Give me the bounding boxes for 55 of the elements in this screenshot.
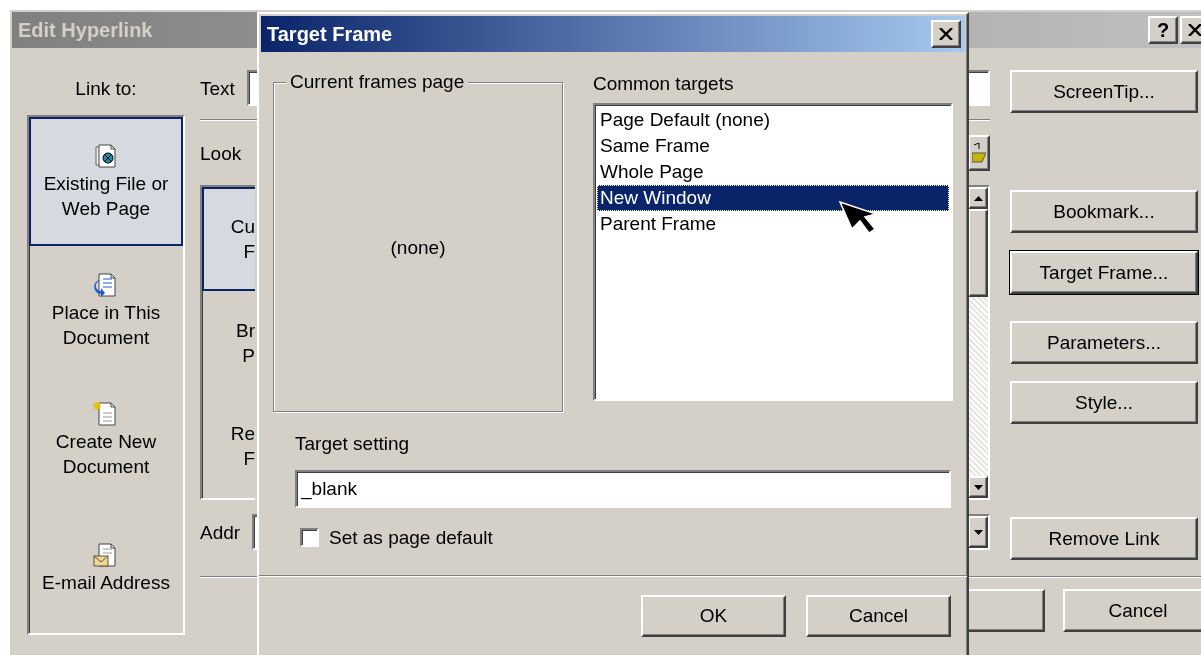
target-option[interactable]: New Window <box>597 185 949 211</box>
window-title: Edit Hyperlink <box>18 18 153 42</box>
places-text: Cu F <box>230 214 255 264</box>
target-setting-field[interactable]: _blank <box>295 470 951 508</box>
cancel-button[interactable]: Cancel <box>806 595 951 637</box>
link-to-item[interactable]: Place in This Document <box>29 246 183 375</box>
cancel-button[interactable]: Cancel <box>1063 589 1201 632</box>
close-button[interactable] <box>931 20 961 48</box>
link-to-text: E-mail Address <box>42 571 170 595</box>
target-option[interactable]: Whole Page <box>597 159 949 185</box>
address-label: Addr <box>200 520 241 544</box>
checkbox[interactable] <box>300 528 319 547</box>
places-text: Br P <box>236 318 255 368</box>
places-item[interactable]: Cu F <box>202 187 255 291</box>
text-label: Text <box>200 76 235 100</box>
places-text: Re F <box>230 422 255 472</box>
folder-up-button[interactable] <box>968 135 990 171</box>
dialog-button[interactable]: Remove Link <box>1010 517 1198 560</box>
frames-preview-text: (none) <box>390 235 446 259</box>
dialog-button[interactable]: Parameters... <box>1010 321 1198 364</box>
close-icon <box>939 28 953 40</box>
places-item[interactable]: Br P <box>202 290 255 395</box>
close-button[interactable] <box>1180 16 1201 44</box>
places-item[interactable]: Re F <box>202 394 255 498</box>
scroll-down-icon <box>973 529 983 535</box>
link-to-text: Place in This Document <box>51 300 161 350</box>
document-globe-icon <box>93 142 119 169</box>
envelope-document-icon <box>93 542 119 568</box>
target-option[interactable]: Same Frame <box>597 133 949 159</box>
link-to-text: Create New Document <box>55 429 157 479</box>
link-to-text: Existing File or Web Page <box>43 171 169 221</box>
target-option[interactable]: Parent Frame <box>597 211 949 237</box>
look-in-label: Look <box>200 141 242 165</box>
document-arrow-icon <box>93 271 119 298</box>
folder-up-icon <box>972 143 986 163</box>
target-setting-label: Target setting <box>295 432 411 455</box>
checkbox-label: Set as page default <box>329 526 493 549</box>
target-option[interactable]: Page Default (none) <box>597 107 949 133</box>
new-document-icon <box>93 400 119 427</box>
link-to-item[interactable]: Existing File or Web Page <box>29 117 183 246</box>
dialog-button[interactable]: Bookmark... <box>1010 190 1198 233</box>
scrollbar[interactable] <box>968 187 988 498</box>
link-to-item[interactable]: Create New Document <box>29 375 183 504</box>
ok-button[interactable]: OK <box>641 595 786 637</box>
dialog-button[interactable]: Target Frame... <box>1010 251 1198 294</box>
help-button[interactable]: ? <box>1148 16 1178 44</box>
scroll-down-icon <box>973 484 983 490</box>
window-title: Target Frame <box>267 22 393 46</box>
common-targets-label: Common targets <box>593 72 735 95</box>
close-icon <box>1188 24 1201 36</box>
dialog-button[interactable]: Style... <box>1010 381 1198 424</box>
link-to-label: Link to: <box>74 77 138 101</box>
scroll-up-icon <box>973 195 983 201</box>
link-to-item[interactable]: E-mail Address <box>29 504 183 633</box>
dialog-button[interactable]: ScreenTip... <box>1010 70 1198 113</box>
